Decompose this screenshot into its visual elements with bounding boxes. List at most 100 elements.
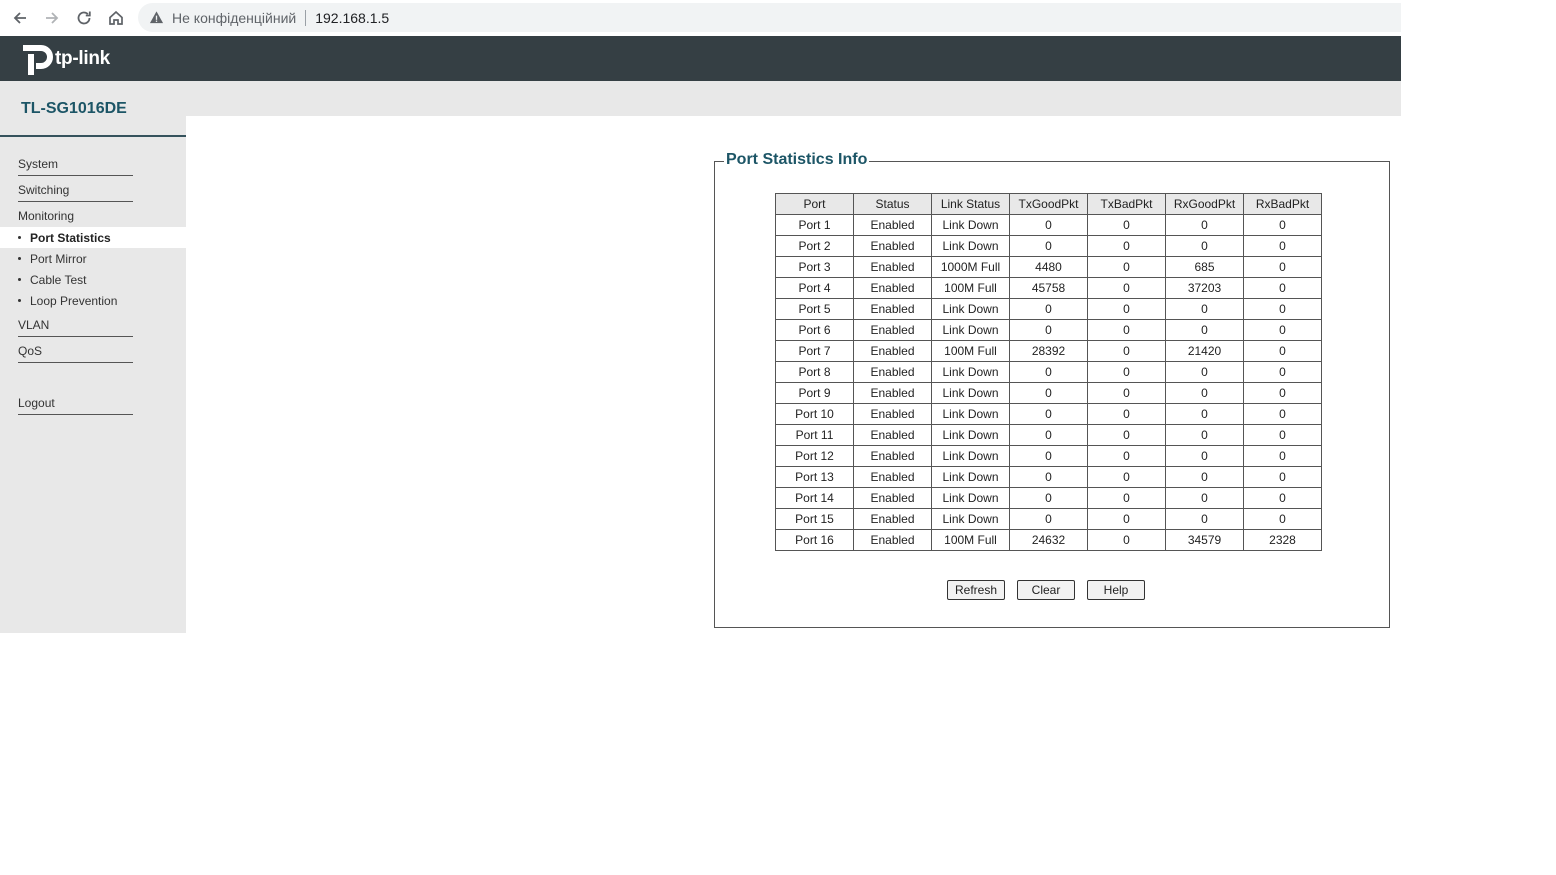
address-bar[interactable]: Не конфіденційний 192.168.1.5 xyxy=(138,3,1401,32)
sidebar-subitem-label: Loop Prevention xyxy=(30,293,118,308)
url-text[interactable]: 192.168.1.5 xyxy=(315,10,389,26)
table-cell: 0 xyxy=(1243,487,1322,509)
warning-icon[interactable] xyxy=(149,10,165,26)
sidebar-item-logout[interactable]: Logout xyxy=(18,396,133,415)
table-cell: Enabled xyxy=(853,424,932,446)
sidebar-subitem-port-mirror[interactable]: Port Mirror xyxy=(0,248,186,269)
table-cell: Enabled xyxy=(853,382,932,404)
column-header: Link Status xyxy=(931,193,1010,215)
table-cell: 0 xyxy=(1243,382,1322,404)
sidebar-subitem-port-statistics[interactable]: Port Statistics xyxy=(0,227,186,248)
back-button[interactable] xyxy=(8,6,32,30)
table-cell: 0 xyxy=(1165,214,1244,236)
bullet-icon xyxy=(18,299,21,302)
clear-button[interactable]: Clear xyxy=(1017,580,1075,600)
table-row: Port 6 Enabled Link Down 0 0 0 0 xyxy=(775,319,1322,341)
reload-button[interactable] xyxy=(72,6,96,30)
table-cell: Port 13 xyxy=(775,466,854,488)
table-cell: 0 xyxy=(1243,424,1322,446)
table-cell: 0 xyxy=(1165,298,1244,320)
table-cell: 0 xyxy=(1009,403,1088,425)
table-cell: Port 8 xyxy=(775,361,854,383)
table-cell: 0 xyxy=(1165,466,1244,488)
table-cell: 0 xyxy=(1165,403,1244,425)
table-cell: Enabled xyxy=(853,466,932,488)
table-row: Port 16 Enabled 100M Full 24632 0 34579 2328 xyxy=(775,529,1322,551)
table-cell: 0 xyxy=(1243,445,1322,467)
table-cell: 2328 xyxy=(1243,529,1322,551)
table-cell: 0 xyxy=(1243,361,1322,383)
table-cell: 0 xyxy=(1243,277,1322,299)
table-cell: Link Down xyxy=(931,487,1010,509)
tp-link-logo: tp-link xyxy=(19,42,110,76)
refresh-button[interactable]: Refresh xyxy=(947,580,1005,600)
table-cell: Link Down xyxy=(931,361,1010,383)
tp-link-logo-icon xyxy=(23,45,53,75)
table-cell: Port 5 xyxy=(775,298,854,320)
help-button[interactable]: Help xyxy=(1087,580,1145,600)
model-divider xyxy=(0,135,186,137)
table-cell: 0 xyxy=(1165,424,1244,446)
table-cell: 0 xyxy=(1165,487,1244,509)
table-cell: Enabled xyxy=(853,403,932,425)
table-cell: Link Down xyxy=(931,445,1010,467)
table-cell: Link Down xyxy=(931,298,1010,320)
table-cell: Link Down xyxy=(931,466,1010,488)
table-row: Port 11 Enabled Link Down 0 0 0 0 xyxy=(775,424,1322,446)
not-secure-label[interactable]: Не конфіденційний xyxy=(172,10,296,26)
table-cell: 0 xyxy=(1009,508,1088,530)
table-row: Port 5 Enabled Link Down 0 0 0 0 xyxy=(775,298,1322,320)
table-cell: 0 xyxy=(1243,508,1322,530)
table-cell: Link Down xyxy=(931,235,1010,257)
sidebar-item-switching[interactable]: Switching xyxy=(18,183,133,202)
sidebar-item-vlan[interactable]: VLAN xyxy=(18,318,133,337)
table-cell: 0 xyxy=(1087,403,1166,425)
sidebar-item-monitoring[interactable]: Monitoring xyxy=(18,209,133,227)
table-cell: 0 xyxy=(1087,340,1166,362)
table-cell: Port 12 xyxy=(775,445,854,467)
table-row: Port 4 Enabled 100M Full 45758 0 37203 0 xyxy=(775,277,1322,299)
table-cell: 0 xyxy=(1243,319,1322,341)
table-cell: Link Down xyxy=(931,403,1010,425)
model-name: TL-SG1016DE xyxy=(21,100,127,117)
table-cell: 0 xyxy=(1087,214,1166,236)
table-cell: 1000M Full xyxy=(931,256,1010,278)
sidebar-subitem-loop-prevention[interactable]: Loop Prevention xyxy=(0,290,186,311)
column-header: RxGoodPkt xyxy=(1165,193,1244,215)
sidebar-subitem-label: Port Mirror xyxy=(30,251,87,266)
table-cell: Enabled xyxy=(853,487,932,509)
table-cell: 100M Full xyxy=(931,340,1010,362)
table-cell: 0 xyxy=(1009,487,1088,509)
table-cell: Enabled xyxy=(853,319,932,341)
table-row: Port 3 Enabled 1000M Full 4480 0 685 0 xyxy=(775,256,1322,278)
home-button[interactable] xyxy=(104,6,128,30)
app-header: tp-link xyxy=(0,36,1401,81)
model-bar xyxy=(0,81,1401,116)
table-cell: 37203 xyxy=(1165,277,1244,299)
sidebar-item-qos[interactable]: QoS xyxy=(18,344,133,363)
table-header-row: Port Status Link Status TxGoodPkt TxBadP… xyxy=(775,193,1322,215)
table-cell: 0 xyxy=(1087,445,1166,467)
table-cell: 0 xyxy=(1009,319,1088,341)
sidebar-item-system[interactable]: System xyxy=(18,157,133,176)
table-row: Port 12 Enabled Link Down 0 0 0 0 xyxy=(775,445,1322,467)
table-row: Port 2 Enabled Link Down 0 0 0 0 xyxy=(775,235,1322,257)
page-title: Port Statistics Info xyxy=(724,151,870,169)
table-cell: 0 xyxy=(1009,466,1088,488)
table-cell: 0 xyxy=(1087,361,1166,383)
back-icon xyxy=(13,12,26,24)
forward-button[interactable] xyxy=(40,6,64,30)
table-cell: 0 xyxy=(1165,508,1244,530)
table-cell: Port 2 xyxy=(775,235,854,257)
table-cell: 34579 xyxy=(1165,529,1244,551)
table-cell: Port 11 xyxy=(775,424,854,446)
table-cell: Link Down xyxy=(931,319,1010,341)
table-cell: 0 xyxy=(1087,277,1166,299)
table-cell: 0 xyxy=(1243,235,1322,257)
column-header: TxBadPkt xyxy=(1087,193,1166,215)
sidebar-subitem-cable-test[interactable]: Cable Test xyxy=(0,269,186,290)
table-cell: 0 xyxy=(1087,256,1166,278)
column-header: Status xyxy=(853,193,932,215)
table-cell: 0 xyxy=(1009,361,1088,383)
table-cell: 0 xyxy=(1009,424,1088,446)
